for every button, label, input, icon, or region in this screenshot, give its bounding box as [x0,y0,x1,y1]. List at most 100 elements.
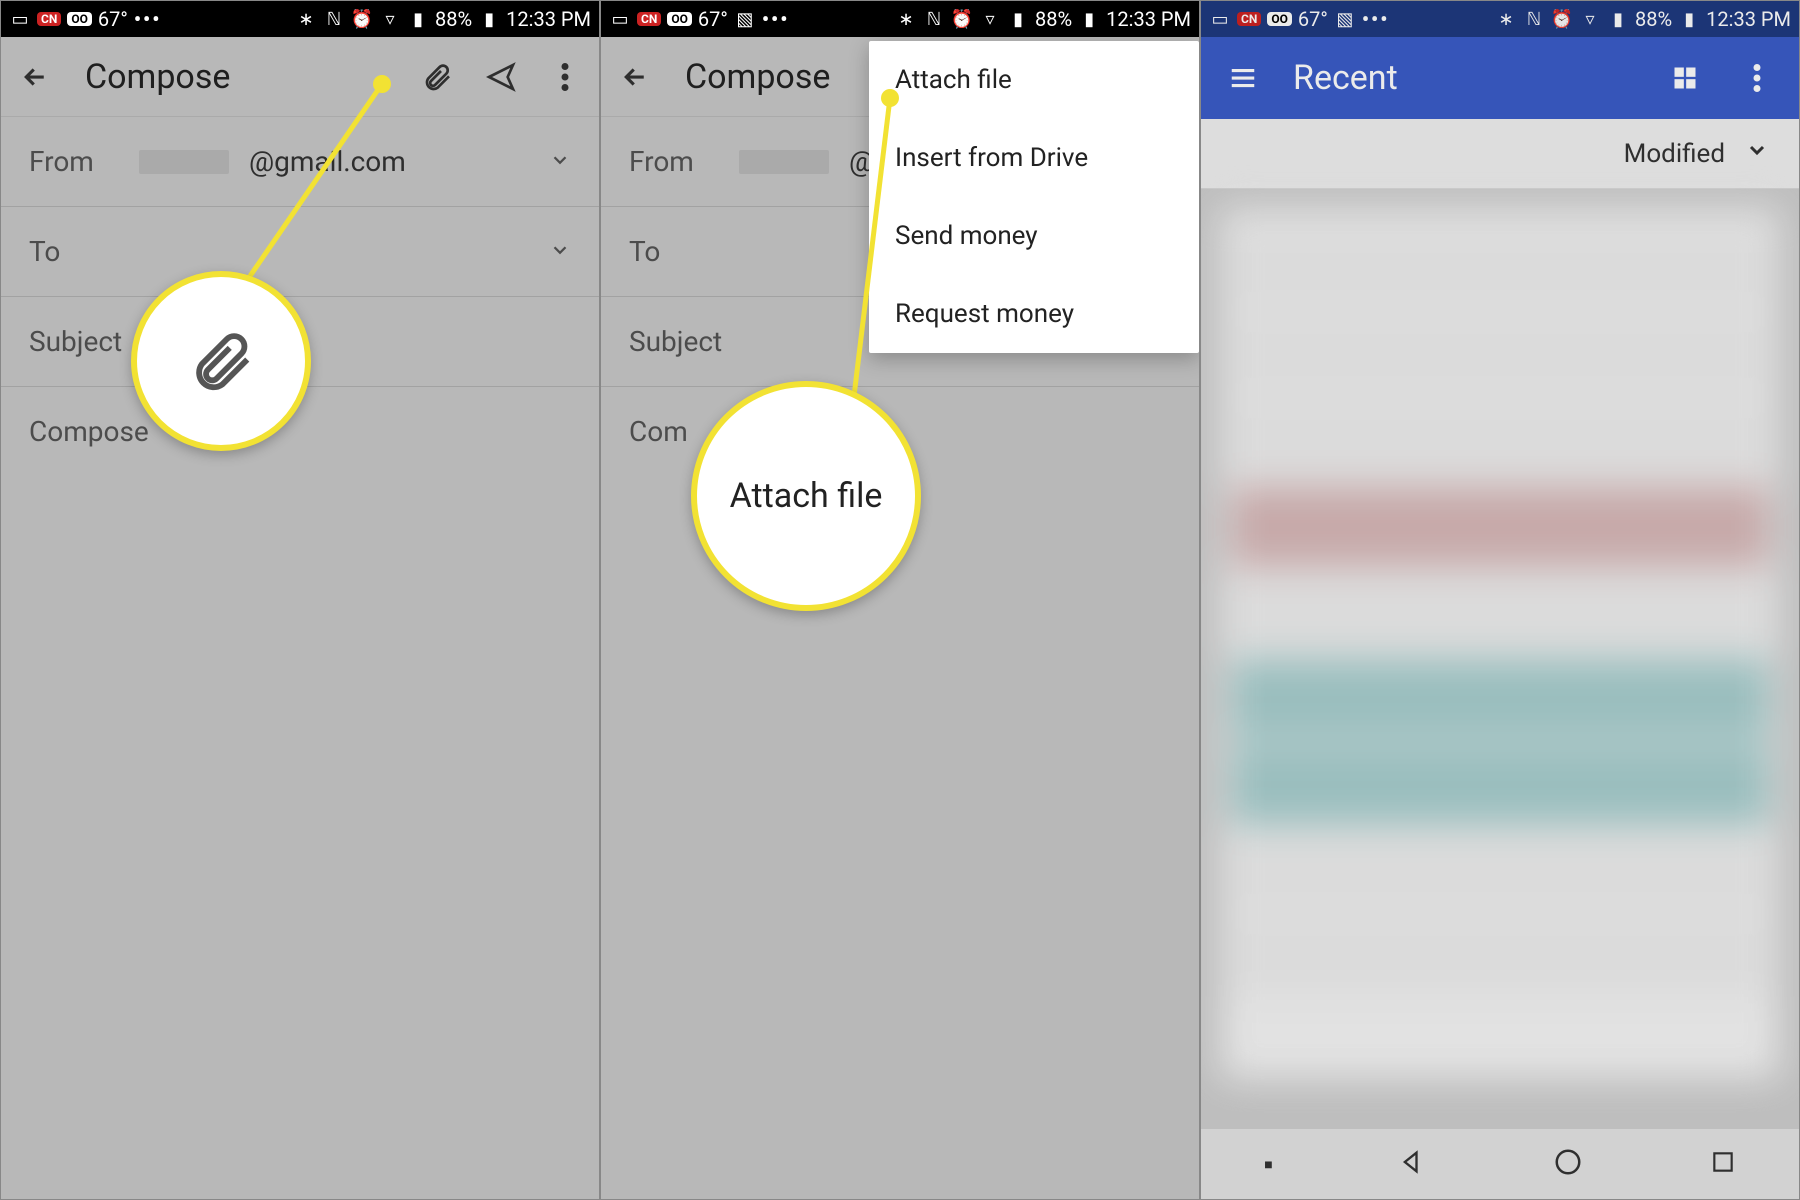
to-row[interactable]: To [1,207,599,297]
bluetooth-icon: ∗ [895,8,917,30]
alarm-icon: ⏰ [951,8,973,30]
signal-icon: ▮ [1007,8,1029,30]
list-item[interactable] [1231,229,1769,309]
notification-icon: ▭ [1209,8,1231,30]
attach-icon[interactable] [415,55,459,99]
from-label: From [29,145,119,178]
voicemail-icon: OO [667,12,692,26]
compose-appbar: Compose [1,37,599,117]
list-item[interactable] [1231,745,1769,825]
attach-file-callout: Attach file [691,381,921,611]
wifi-icon: ▿ [379,8,401,30]
news-app-icon: CN [637,12,661,26]
menu-item-attach-file[interactable]: Attach file [869,41,1199,119]
nfc-icon: ℕ [923,8,945,30]
callout-label: Attach file [730,476,883,516]
hamburger-menu-icon[interactable] [1221,56,1265,100]
body-placeholder: Compose [29,415,149,448]
menu-item-send-money[interactable]: Send money [869,197,1199,275]
voicemail-icon: OO [1267,12,1292,26]
battery-percent: 88% [1635,7,1672,31]
screen-file-picker: ▭ CN OO 67° ▧ ••• ∗ ℕ ⏰ ▿ ▮ 88% ▮ 12:33 … [1200,0,1800,1200]
subject-label: Subject [29,325,122,358]
file-picker-toolbar: Recent [1201,37,1799,119]
wifi-icon: ▿ [1579,8,1601,30]
screen-compose: ▭ CN OO 67° ••• ∗ ℕ ⏰ ▿ ▮ 88% ▮ 12:33 PM… [0,0,600,1200]
menu-item-insert-from-drive[interactable]: Insert from Drive [869,119,1199,197]
callout-anchor-dot [373,75,391,93]
back-icon[interactable] [13,55,57,99]
from-row[interactable]: From @gmail.com [1,117,599,207]
menu-item-request-money[interactable]: Request money [869,275,1199,353]
nav-overview-icon[interactable] [1710,1149,1736,1179]
chevron-down-icon[interactable] [549,235,571,268]
clock: 12:33 PM [1106,7,1191,31]
recent-files-list-blurred[interactable] [1221,209,1779,1079]
body-placeholder-clipped: Com [629,415,688,448]
from-label: From [629,145,719,178]
callout-anchor-dot [881,89,899,107]
sort-bar[interactable]: Modified [1201,119,1799,189]
news-app-icon: CN [37,12,61,26]
sort-label: Modified [1624,139,1725,169]
weather-temp: 67° [1298,7,1328,31]
back-icon[interactable] [613,55,657,99]
bluetooth-icon: ∗ [295,8,317,30]
attach-menu: Attach file Insert from Drive Send money… [869,41,1199,353]
screen-compose-menu: ▭ CN OO 67° ▧ ••• ∗ ℕ ⏰ ▿ ▮ 88% ▮ 12:33 … [600,0,1200,1200]
bluetooth-icon: ∗ [1495,8,1517,30]
chevron-down-icon[interactable] [1745,138,1769,169]
send-icon[interactable] [479,55,523,99]
nav-back-icon[interactable] [1399,1148,1427,1180]
android-nav-bar: ■ [1201,1129,1799,1199]
battery-percent: 88% [435,7,472,31]
image-icon: ▧ [1334,8,1356,30]
nfc-icon: ℕ [323,8,345,30]
nfc-icon: ℕ [1523,8,1545,30]
image-icon: ▧ [734,8,756,30]
list-item[interactable] [1231,659,1769,739]
nav-recents-icon[interactable]: ■ [1264,1156,1272,1173]
notification-icon: ▭ [9,8,31,30]
attach-icon-callout [131,271,311,451]
from-value: @gmail.com [249,145,406,178]
grid-view-icon[interactable] [1663,56,1707,100]
battery-percent: 88% [1035,7,1072,31]
news-app-icon: CN [1237,12,1261,26]
battery-icon: ▮ [478,8,500,30]
compose-title: Compose [685,57,830,97]
list-item[interactable] [1231,573,1769,653]
signal-icon: ▮ [407,8,429,30]
list-item[interactable] [1231,831,1769,911]
alarm-icon: ⏰ [1551,8,1573,30]
battery-icon: ▮ [1078,8,1100,30]
from-redacted [139,150,229,174]
list-item[interactable] [1231,917,1769,997]
overflow-menu-icon[interactable] [543,55,587,99]
weather-temp: 67° [698,7,728,31]
more-notifications-icon: ••• [762,7,790,31]
status-bar: ▭ CN OO 67° ▧ ••• ∗ ℕ ⏰ ▿ ▮ 88% ▮ 12:33 … [1201,1,1799,37]
to-label: To [29,235,119,268]
more-notifications-icon: ••• [134,7,162,31]
more-notifications-icon: ••• [1362,7,1390,31]
status-bar: ▭ CN OO 67° ▧ ••• ∗ ℕ ⏰ ▿ ▮ 88% ▮ 12:33 … [601,1,1199,37]
subject-label: Subject [629,325,722,358]
list-item[interactable] [1231,487,1769,567]
clock: 12:33 PM [506,7,591,31]
clock: 12:33 PM [1706,7,1791,31]
from-redacted [739,150,829,174]
nav-home-icon[interactable] [1553,1147,1583,1181]
alarm-icon: ⏰ [351,8,373,30]
notification-icon: ▭ [609,8,631,30]
to-label: To [629,235,719,268]
chevron-down-icon[interactable] [549,145,571,178]
list-item[interactable] [1231,401,1769,481]
status-bar: ▭ CN OO 67° ••• ∗ ℕ ⏰ ▿ ▮ 88% ▮ 12:33 PM [1,1,599,37]
list-item[interactable] [1231,315,1769,395]
compose-title: Compose [85,57,230,97]
voicemail-icon: OO [67,12,92,26]
paperclip-icon [186,326,256,396]
weather-temp: 67° [98,7,128,31]
overflow-menu-icon[interactable] [1735,56,1779,100]
